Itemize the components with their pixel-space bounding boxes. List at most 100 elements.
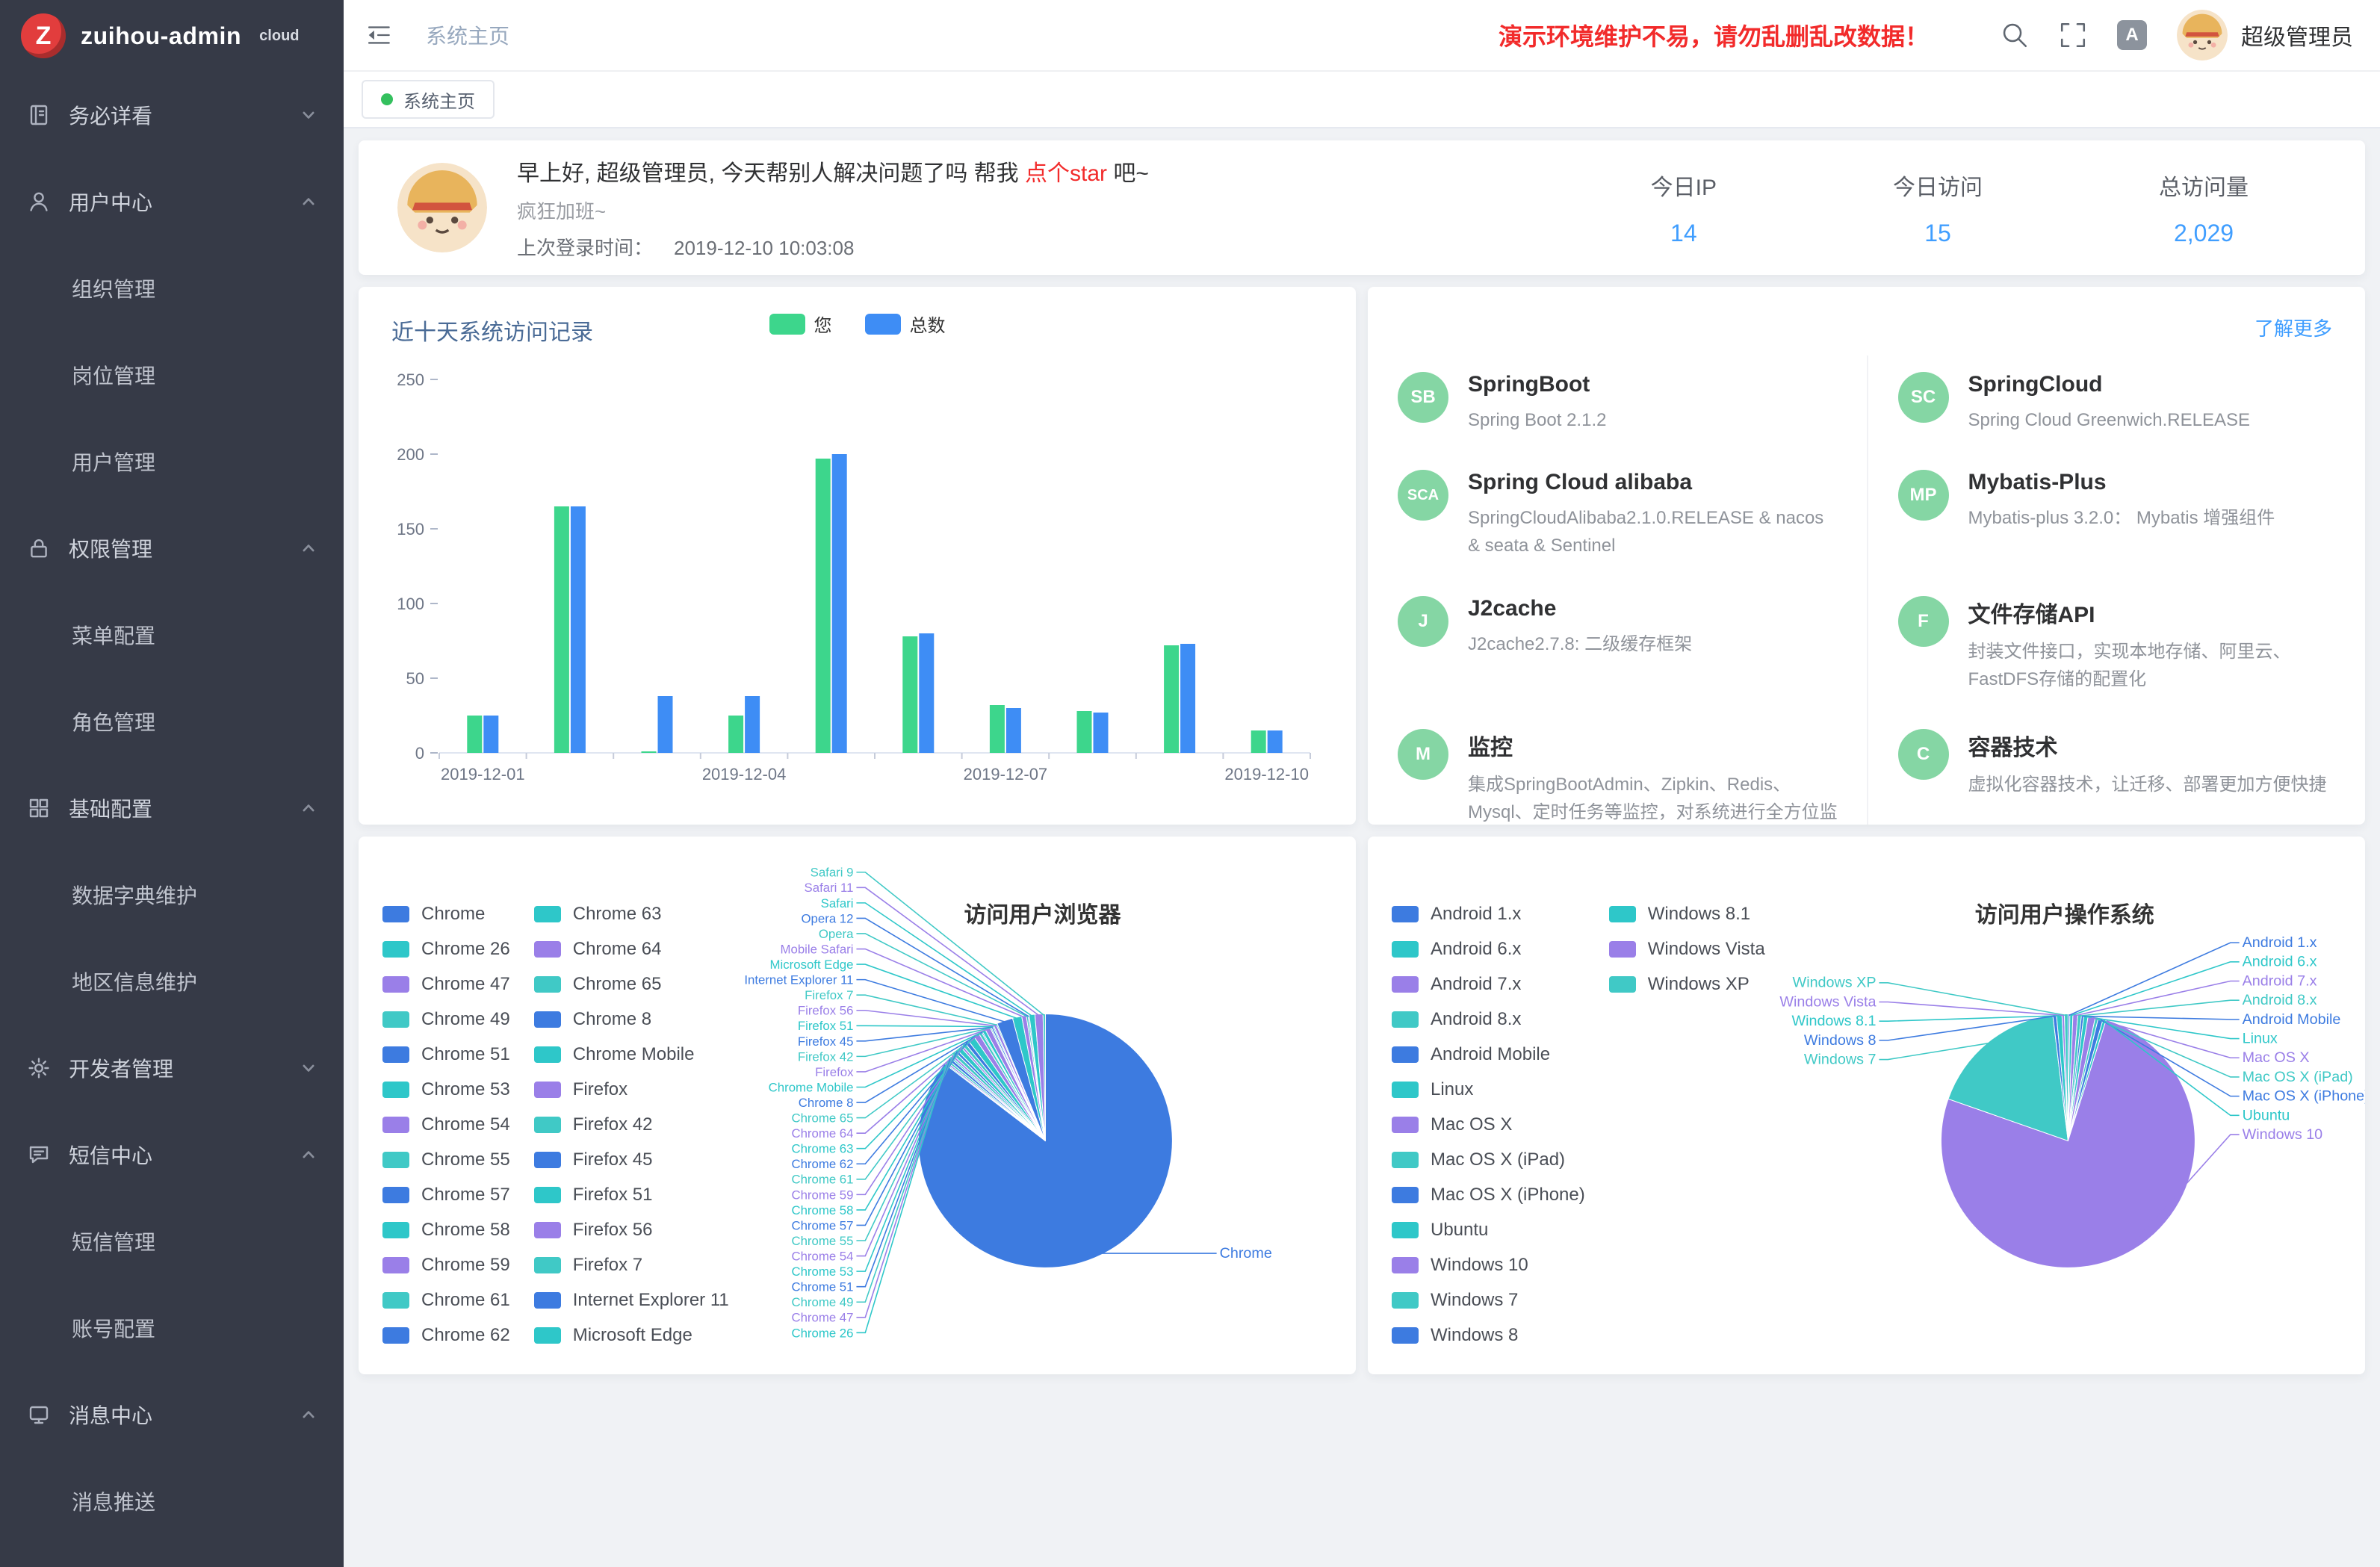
- bar-总数-2019-12-01[interactable]: [483, 716, 498, 753]
- bar-总数-2019-12-09[interactable]: [1180, 644, 1195, 753]
- learn-more-link[interactable]: 了解更多: [2255, 314, 2332, 341]
- legend-item-Chrome 54[interactable]: Chrome 54: [382, 1107, 510, 1142]
- legend-item-Android 1.x[interactable]: Android 1.x: [1392, 896, 1585, 931]
- bar-总数-2019-12-05[interactable]: [832, 454, 847, 753]
- sidebar-subitem[interactable]: 消息推送: [0, 1458, 344, 1545]
- bar-您-2019-12-05[interactable]: [816, 459, 831, 753]
- legend-item-Chrome Mobile[interactable]: Chrome Mobile: [534, 1037, 729, 1072]
- pie-label-Safari 9: Safari 9: [810, 866, 853, 880]
- sidebar-subitem[interactable]: 我的消息: [0, 1545, 344, 1567]
- row-charts-top: 近十天系统访问记录 您总数 0501001502002502019-12-012…: [359, 287, 2365, 825]
- tab-home[interactable]: 系统主页: [362, 80, 495, 119]
- greeting-stats: 今日IP14今日访问15总访问量2,029: [1651, 169, 2249, 247]
- legend-item-Chrome 63[interactable]: Chrome 63: [534, 896, 729, 931]
- legend-item-Mac OS X[interactable]: Mac OS X: [1392, 1107, 1585, 1142]
- legend-item-总数[interactable]: 总数: [865, 311, 946, 337]
- legend-item-Windows 7[interactable]: Windows 7: [1392, 1282, 1585, 1318]
- tech-badge: MP: [1898, 470, 1949, 521]
- bar-您-2019-12-10[interactable]: [1251, 730, 1266, 753]
- sidebar-item-4[interactable]: 开发者管理: [0, 1025, 344, 1111]
- legend-item-Internet Explorer 11[interactable]: Internet Explorer 11: [534, 1282, 729, 1318]
- legend-item-Chrome 47[interactable]: Chrome 47: [382, 966, 510, 1002]
- sidebar-subitem[interactable]: 角色管理: [0, 678, 344, 765]
- legend-item-Chrome 8[interactable]: Chrome 8: [534, 1002, 729, 1037]
- legend-item-Chrome 53[interactable]: Chrome 53: [382, 1072, 510, 1107]
- legend-item-Windows 8.1[interactable]: Windows 8.1: [1609, 896, 1765, 931]
- bar-总数-2019-12-03[interactable]: [658, 696, 673, 753]
- legend-item-Chrome 61[interactable]: Chrome 61: [382, 1282, 510, 1318]
- legend-item-Ubuntu[interactable]: Ubuntu: [1392, 1212, 1585, 1247]
- sidebar-item-1[interactable]: 用户中心: [0, 158, 344, 245]
- collapse-sidebar-icon[interactable]: [365, 21, 393, 49]
- legend-item-Windows 10[interactable]: Windows 10: [1392, 1247, 1585, 1282]
- legend-item-Firefox 56[interactable]: Firefox 56: [534, 1212, 729, 1247]
- sidebar-item-3[interactable]: 基础配置: [0, 765, 344, 851]
- legend-item-Android 6.x[interactable]: Android 6.x: [1392, 931, 1585, 966]
- bar-总数-2019-12-06[interactable]: [919, 633, 934, 753]
- bar-您-2019-12-09[interactable]: [1164, 645, 1179, 753]
- legend-item-Chrome 58[interactable]: Chrome 58: [382, 1212, 510, 1247]
- legend-item-Chrome 51[interactable]: Chrome 51: [382, 1037, 510, 1072]
- legend-item-Windows XP[interactable]: Windows XP: [1609, 966, 1765, 1002]
- bar-总数-2019-12-07[interactable]: [1006, 708, 1021, 753]
- legend-item-Firefox 42[interactable]: Firefox 42: [534, 1107, 729, 1142]
- legend-item-Chrome 62[interactable]: Chrome 62: [382, 1318, 510, 1353]
- legend-item-Mac OS X (iPhone)[interactable]: Mac OS X (iPhone): [1392, 1177, 1585, 1212]
- bar-您-2019-12-04[interactable]: [728, 716, 743, 753]
- sidebar-item-6[interactable]: 消息中心: [0, 1371, 344, 1458]
- bar-您-2019-12-02[interactable]: [554, 506, 569, 753]
- legend-item-Android 8.x[interactable]: Android 8.x: [1392, 1002, 1585, 1037]
- fullscreen-icon[interactable]: [2059, 21, 2087, 49]
- sidebar-subitem[interactable]: 组织管理: [0, 245, 344, 332]
- legend-item-Firefox 7[interactable]: Firefox 7: [534, 1247, 729, 1282]
- tech-item-监控: M监控集成SpringBootAdmin、Zipkin、Redis、Mysql、…: [1368, 713, 1867, 825]
- legend-item-Chrome 57[interactable]: Chrome 57: [382, 1177, 510, 1212]
- legend-item-Firefox 51[interactable]: Firefox 51: [534, 1177, 729, 1212]
- sidebar-subitem[interactable]: 菜单配置: [0, 592, 344, 678]
- sidebar-subitem[interactable]: 账号配置: [0, 1285, 344, 1371]
- legend-item-Chrome[interactable]: Chrome: [382, 896, 510, 931]
- legend-item-Chrome 64[interactable]: Chrome 64: [534, 931, 729, 966]
- bar-总数-2019-12-02[interactable]: [571, 506, 586, 753]
- bar-您-2019-12-06[interactable]: [902, 636, 917, 753]
- bar-总数-2019-12-04[interactable]: [745, 696, 760, 753]
- sidebar-subitem[interactable]: 数据字典维护: [0, 851, 344, 938]
- bar-您-2019-12-03[interactable]: [642, 751, 657, 753]
- legend-item-Android 7.x[interactable]: Android 7.x: [1392, 966, 1585, 1002]
- legend-item-Mac OS X (iPad)[interactable]: Mac OS X (iPad): [1392, 1142, 1585, 1177]
- sidebar-item-2[interactable]: 权限管理: [0, 505, 344, 592]
- greeting-text: 早上好, 超级管理员, 今天帮别人解决问题了吗 帮我 点个star 吧~ 疯狂加…: [517, 155, 1651, 261]
- sidebar-subitem[interactable]: 用户管理: [0, 418, 344, 505]
- sidebar-subitem[interactable]: 短信管理: [0, 1198, 344, 1285]
- legend-item-Linux[interactable]: Linux: [1392, 1072, 1585, 1107]
- tech-badge: SCA: [1398, 470, 1448, 521]
- legend-item-Microsoft Edge[interactable]: Microsoft Edge: [534, 1318, 729, 1353]
- font-size-icon[interactable]: A: [2117, 20, 2147, 50]
- legend-item-Chrome 59[interactable]: Chrome 59: [382, 1247, 510, 1282]
- legend-item-Firefox 45[interactable]: Firefox 45: [534, 1142, 729, 1177]
- legend-item-Firefox[interactable]: Firefox: [534, 1072, 729, 1107]
- visits-chart-title: 近十天系统访问记录: [391, 314, 593, 347]
- sidebar-subitem[interactable]: 地区信息维护: [0, 938, 344, 1025]
- legend-item-Windows Vista[interactable]: Windows Vista: [1609, 931, 1765, 966]
- search-icon[interactable]: [2001, 21, 2029, 49]
- legend-item-您[interactable]: 您: [769, 311, 832, 337]
- legend-item-Chrome 26[interactable]: Chrome 26: [382, 931, 510, 966]
- legend-item-Android Mobile[interactable]: Android Mobile: [1392, 1037, 1585, 1072]
- user-avatar[interactable]: [2177, 10, 2228, 60]
- legend-item-Chrome 49[interactable]: Chrome 49: [382, 1002, 510, 1037]
- bar-总数-2019-12-08[interactable]: [1094, 713, 1109, 753]
- bar-总数-2019-12-10[interactable]: [1268, 730, 1283, 753]
- sidebar-item-5[interactable]: 短信中心: [0, 1111, 344, 1198]
- bar-您-2019-12-08[interactable]: [1077, 711, 1092, 753]
- app-logo[interactable]: Z zuihou-admin cloud: [0, 0, 344, 72]
- legend-item-Chrome 65[interactable]: Chrome 65: [534, 966, 729, 1002]
- pie-label-Linux: Linux: [2242, 1030, 2277, 1046]
- sidebar-subitem[interactable]: 岗位管理: [0, 332, 344, 418]
- star-link[interactable]: 点个star: [1025, 161, 1107, 186]
- sidebar-item-0[interactable]: 务必详看: [0, 72, 344, 158]
- bar-您-2019-12-01[interactable]: [467, 716, 482, 753]
- bar-您-2019-12-07[interactable]: [990, 705, 1005, 753]
- legend-item-Chrome 55[interactable]: Chrome 55: [382, 1142, 510, 1177]
- legend-item-Windows 8[interactable]: Windows 8: [1392, 1318, 1585, 1353]
